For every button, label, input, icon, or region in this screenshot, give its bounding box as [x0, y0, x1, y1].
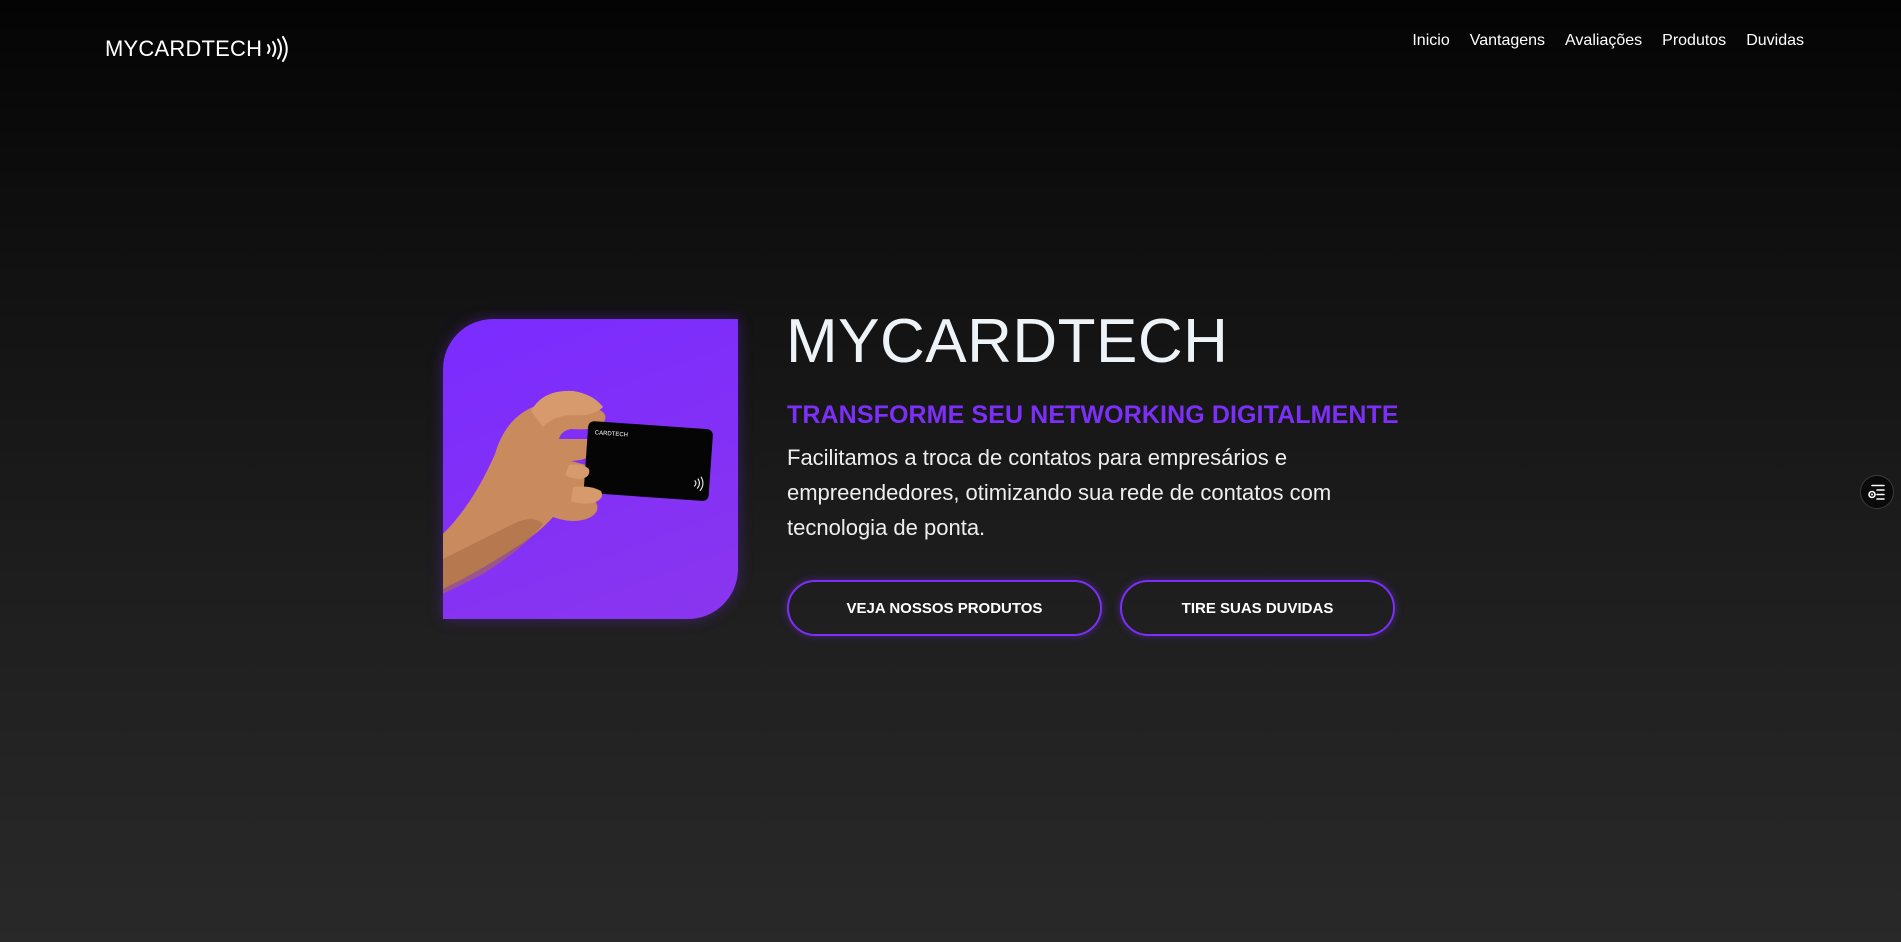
- hand-holding-card-illustration: CARDTECH: [443, 390, 713, 594]
- hero-title: MYCARDTECH: [786, 307, 1229, 376]
- nav-item-inicio[interactable]: Inicio: [1412, 32, 1449, 50]
- settings-widget-button[interactable]: [1860, 475, 1894, 509]
- hero-description: Facilitamos a troca de contatos para emp…: [787, 445, 1332, 540]
- logo[interactable]: MYCARDTECH: [105, 36, 289, 62]
- nav-item-duvidas[interactable]: Duvidas: [1746, 32, 1804, 50]
- nav-item-avaliacoes[interactable]: Avaliações: [1565, 32, 1642, 50]
- hero-subtitle: TRANSFORME SEU NETWORKING DIGITALMENTE: [787, 401, 1399, 429]
- settings-list-icon: [1868, 484, 1885, 500]
- main-nav: Inicio Vantagens Avaliações Produtos Duv…: [1412, 32, 1804, 50]
- nav-item-vantagens[interactable]: Vantagens: [1470, 32, 1545, 50]
- faq-button[interactable]: TIRE SUAS DUVIDAS: [1120, 580, 1395, 636]
- nav-item-produtos[interactable]: Produtos: [1662, 32, 1726, 50]
- hero-image: CARDTECH: [443, 319, 738, 619]
- logo-text: MYCARDTECH: [105, 36, 263, 61]
- view-products-button[interactable]: VEJA NOSSOS PRODUTOS: [787, 580, 1102, 636]
- nfc-waves-icon: [267, 36, 288, 62]
